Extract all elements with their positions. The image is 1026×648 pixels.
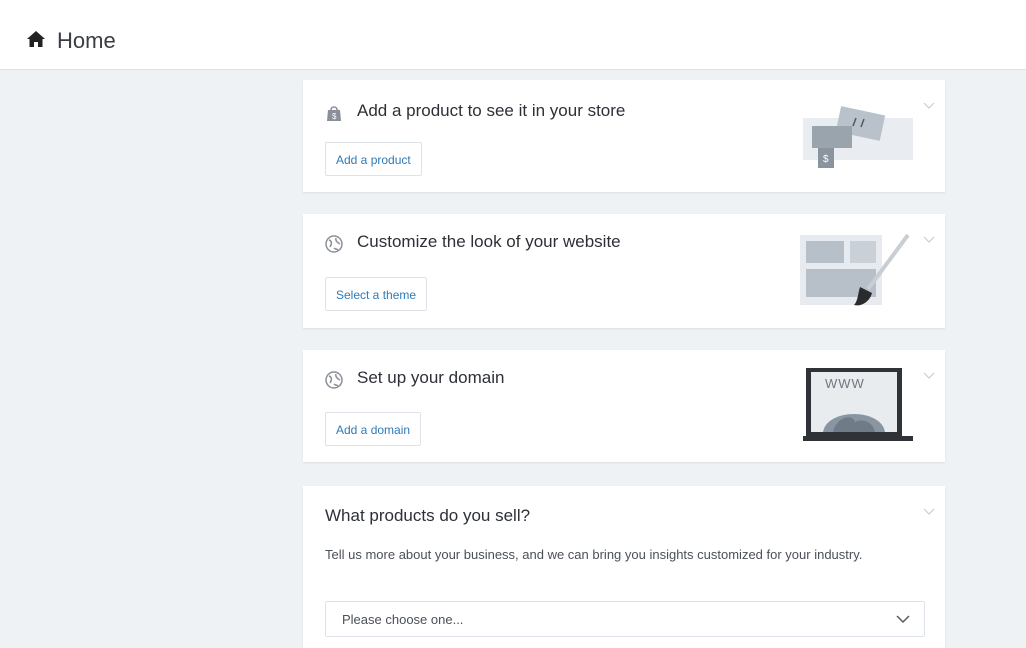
www-laptop-illustration: WWW: [803, 366, 913, 446]
card-title: Customize the look of your website: [357, 232, 621, 251]
collapse-chevron-icon[interactable]: [923, 102, 935, 110]
collapse-chevron-icon[interactable]: [923, 372, 935, 380]
svg-text:$: $: [823, 154, 829, 165]
top-header: Home: [0, 0, 1026, 70]
price-tag-illustration: $: [803, 106, 913, 168]
survey-question-title: What products do you sell?: [325, 506, 531, 525]
theme-card: Customize the look of your website Selec…: [303, 214, 945, 328]
chevron-down-icon: [896, 615, 910, 624]
product-card: $ Add a product to see it in your store …: [303, 80, 945, 192]
select-value: Please choose one...: [342, 612, 464, 627]
collapse-chevron-icon[interactable]: [923, 236, 935, 244]
survey-description: Tell us more about your business, and we…: [325, 547, 863, 562]
globe-icon: [325, 371, 343, 389]
globe-icon: [325, 235, 343, 253]
shopping-bag-icon: $: [327, 106, 341, 121]
survey-card: What products do you sell? Tell us more …: [303, 486, 945, 648]
add-domain-button[interactable]: Add a domain: [325, 412, 422, 446]
home-icon: [27, 31, 45, 47]
industry-select[interactable]: Please choose one...: [325, 601, 925, 637]
select-theme-button[interactable]: Select a theme: [325, 277, 428, 311]
card-title: Add a product to see it in your store: [357, 101, 626, 120]
collapse-chevron-icon[interactable]: [923, 508, 935, 516]
card-title: Set up your domain: [357, 368, 505, 387]
domain-card: Set up your domain Add a domain WWW: [303, 350, 945, 462]
add-product-button[interactable]: Add a product: [325, 142, 422, 176]
page-title: Home: [57, 28, 116, 53]
www-label: WWW: [825, 376, 865, 391]
svg-text:$: $: [332, 112, 337, 121]
theme-brush-illustration: [800, 233, 910, 306]
